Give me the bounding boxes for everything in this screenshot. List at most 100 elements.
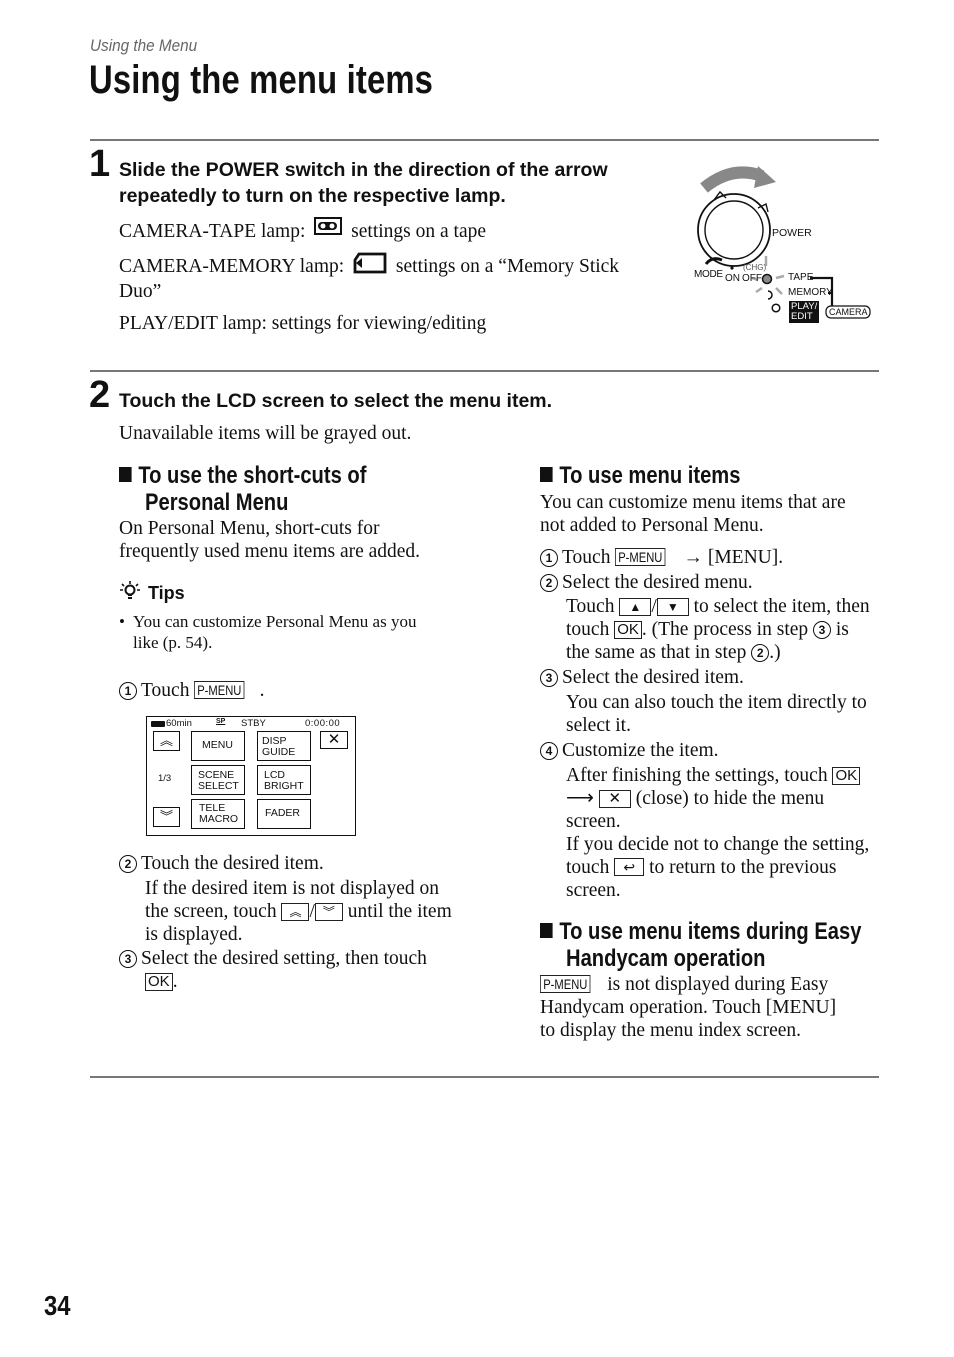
square-bullet-icon [540, 923, 553, 938]
mode-label: MODE [694, 269, 723, 280]
square-bullet-icon [119, 467, 132, 482]
step-note: Unavailable items will be grayed out. [119, 423, 412, 444]
detail-text: touch [566, 857, 610, 878]
shortcut-intro: On Personal Menu, short-cuts for frequen… [119, 517, 420, 563]
right-step-3: 3 Select the desired item. You can also t… [540, 666, 885, 737]
detail-line: is displayed. [145, 924, 243, 945]
scroll-down-button[interactable]: ︾ [153, 807, 180, 827]
up-arrow-key[interactable]: ▲ [619, 598, 652, 616]
lcd-button-scene-select[interactable]: SCENE SELECT [191, 765, 245, 795]
btn-label: FADER [265, 807, 301, 819]
easy-handycam-text: P-MENU is not displayed during Easy Handy… [540, 973, 885, 1042]
battery-time: 60min [166, 718, 192, 729]
return-key[interactable]: ↩ [614, 858, 645, 876]
detail-text: to select the item, then [693, 596, 870, 617]
step-circle: 2 [119, 855, 137, 873]
close-key[interactable]: ✕ [598, 790, 631, 808]
double-chevron-down-icon: ︾ [159, 809, 173, 824]
detail-line: If the desired item is not displayed on [145, 878, 440, 899]
step-text: → [MENU]. [683, 547, 784, 568]
heading-text: To use menu items [559, 462, 741, 489]
left-step-1: 1 Touch P-MENU. [119, 679, 264, 702]
step-title-line: Slide the POWER switch in the direction … [119, 159, 608, 181]
memory-stick-icon [353, 252, 387, 280]
lcd-button-lcd-bright[interactable]: LCD BRIGHT [257, 765, 311, 795]
step-circle: 1 [540, 549, 558, 567]
divider [90, 139, 879, 141]
p-menu-button[interactable]: P-MENU [615, 548, 666, 566]
step-circle: 3 [540, 669, 558, 687]
scroll-up-key[interactable]: ︽ [281, 903, 310, 921]
detail-line: screen. [566, 880, 621, 901]
p-menu-button[interactable]: P-MENU [194, 681, 245, 699]
heading-text: Handycam operation [566, 945, 766, 972]
lcd-button-fader[interactable]: FADER [257, 799, 311, 829]
power-switch-illustration [697, 166, 871, 323]
detail-text: . (The process in step [641, 619, 809, 640]
lcd-button-disp-guide[interactable]: DISP GUIDE [257, 731, 311, 761]
heading-text: Personal Menu [145, 489, 289, 516]
step-circle: 1 [119, 682, 137, 700]
detail-text: Touch [566, 596, 615, 617]
step-text: Select the desired item. [562, 667, 744, 688]
left-step-3: 3 Select the desired setting, then touch … [119, 947, 464, 993]
left-step-2: 2 Touch the desired item. If the desired … [119, 852, 464, 946]
battery-icon [151, 721, 165, 727]
heading-text: To use the short-cuts of [138, 462, 367, 489]
step-title: Touch the LCD screen to select the menu … [119, 390, 553, 412]
body-text: is not displayed during Easy [607, 974, 829, 995]
btn-label: MACRO [199, 813, 239, 825]
lamp-item-play: PLAY/EDIT lamp: settings for viewing/edi… [119, 312, 664, 335]
lamp-item-tape: CAMERA-TAPE lamp: settings on a tape [119, 217, 664, 243]
detail-text: the same as that in step [566, 642, 747, 663]
play-edit-label: PLAY/ EDIT [791, 302, 817, 322]
page-number: 34 [44, 1290, 71, 1321]
tip-text: You can customize Personal Menu as you [133, 612, 417, 631]
step-circle: 3 [119, 950, 137, 968]
scroll-down-key[interactable]: ︾ [314, 903, 343, 921]
step-circle: 2 [540, 574, 558, 592]
step-title: Slide the POWER switch in the direction … [119, 157, 608, 209]
intro-line: You can customize menu items that are [540, 492, 846, 513]
lamp-label: PLAY/EDIT lamp: settings for viewing/edi… [119, 313, 487, 334]
memory-lamp-label: MEMORY [788, 287, 833, 298]
detail-text: (close) to hide the menu [635, 788, 825, 809]
step-text: Select the desired menu. [562, 572, 753, 593]
lamp-desc: settings on a tape [351, 221, 486, 242]
power-label: POWER [772, 227, 812, 239]
right-step-1: 1 Touch P-MENU → [MENU]. [540, 546, 885, 569]
arrow-right-icon: ⟶ [566, 788, 594, 809]
off-label: OFF [742, 273, 762, 284]
divider [90, 370, 879, 372]
close-button[interactable]: ✕ [320, 731, 348, 749]
ok-button[interactable]: OK [614, 621, 642, 639]
camera-label: CAMERA [829, 307, 868, 317]
p-menu-button[interactable]: P-MENU [540, 975, 591, 993]
right-step-4: 4 Customize the item. After finishing the… [540, 739, 885, 902]
menu-items-heading: To use menu items [540, 462, 740, 489]
square-bullet-icon [540, 467, 553, 482]
body-text: to display the menu index screen. [540, 1020, 802, 1041]
divider [90, 1076, 879, 1078]
return-icon: ↩ [623, 859, 636, 875]
detail-text: until the item [347, 901, 452, 922]
lcd-screen: 60min SP STBY 0:00:00 ︽ ︾ ✕ 1/3 MENU DIS… [146, 716, 356, 836]
scroll-up-button[interactable]: ︽ [153, 731, 180, 751]
btn-label: BRIGHT [264, 780, 304, 792]
lamp-list: CAMERA-TAPE lamp: settings on a tape CAM… [119, 217, 664, 335]
ok-button[interactable]: OK [832, 767, 861, 785]
detail-line: select it. [566, 715, 631, 736]
detail-line: screen. [566, 811, 621, 832]
shortcut-heading: To use the short-cuts of Personal Menu [119, 462, 366, 516]
down-arrow-key[interactable]: ▼ [656, 598, 689, 616]
charge-label: (CHG) [743, 263, 767, 272]
detail-text: to return to the previous [649, 857, 837, 878]
edit-label: EDIT [791, 311, 813, 322]
lcd-button-tele-macro[interactable]: TELE MACRO [191, 799, 245, 829]
lcd-button-menu[interactable]: MENU [191, 731, 245, 761]
lightbulb-icon [119, 580, 141, 607]
ok-button[interactable]: OK [145, 973, 173, 991]
detail-text: After finishing the settings, touch [566, 765, 828, 786]
power-switch-diagram: POWER MODE ON OFF (CHG) TAPE MEMORY PLAY… [692, 160, 877, 330]
page-title: Using the menu items [89, 58, 434, 102]
